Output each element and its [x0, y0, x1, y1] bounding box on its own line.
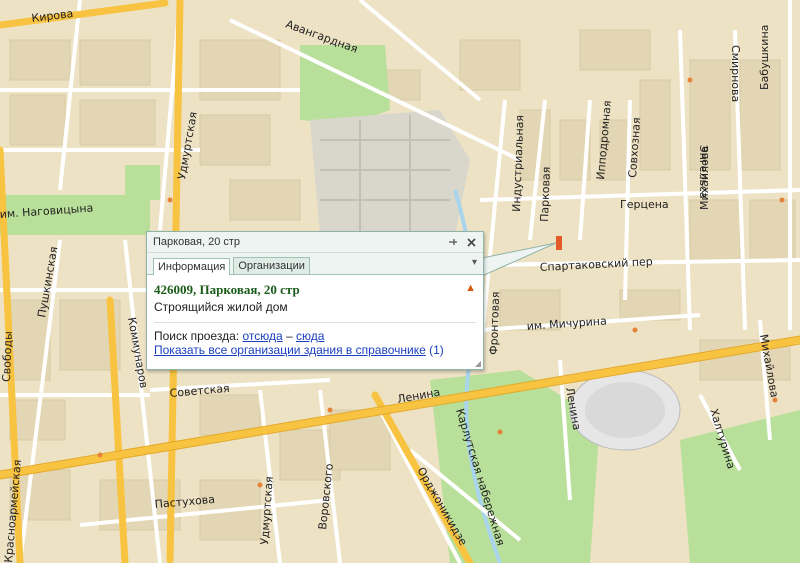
- street-label: Смирнова: [729, 45, 742, 102]
- street-label: Фронтовая: [487, 291, 502, 355]
- building-info-popup: Парковая, 20 стр Информация Организации …: [146, 231, 484, 370]
- pin-icon[interactable]: [447, 236, 459, 248]
- route-search-label: Поиск проезда:: [154, 329, 240, 343]
- street-label: Парковая: [538, 166, 553, 222]
- show-organizations-link[interactable]: Показать все организации здания в справо…: [154, 343, 426, 357]
- popup-header: Парковая, 20 стр: [147, 232, 483, 253]
- route-search-row: Поиск проезда: отсюда – сюда: [154, 329, 476, 343]
- address-row: 426009, Парковая, 20 стр ▲: [154, 282, 476, 298]
- street-label: Энгельса: [697, 145, 710, 199]
- route-dash: –: [285, 329, 293, 343]
- building-marker[interactable]: [556, 236, 562, 250]
- tab-organizations[interactable]: Организации: [233, 257, 310, 274]
- close-icon[interactable]: [465, 236, 477, 248]
- street-label: Бабушкина: [758, 25, 771, 90]
- street-label: Герцена: [620, 198, 669, 211]
- tab-information[interactable]: Информация: [153, 258, 231, 275]
- route-from-link[interactable]: отсюда: [242, 329, 282, 343]
- more-icon[interactable]: ▾: [472, 257, 477, 268]
- popup-tabs: Информация Организации ▾: [147, 253, 483, 275]
- street-label: Свободы: [0, 331, 15, 382]
- popup-title: Парковая, 20 стр: [153, 236, 241, 248]
- resize-handle-icon[interactable]: ◢: [475, 359, 481, 368]
- building-address: 426009, Парковая, 20 стр: [154, 282, 300, 297]
- popup-body: 426009, Парковая, 20 стр ▲ Строящийся жи…: [147, 275, 483, 357]
- warning-icon[interactable]: ▲: [465, 282, 476, 298]
- building-description: Строящийся жилой дом: [154, 300, 288, 314]
- divider: [154, 322, 476, 323]
- organizations-count: (1): [429, 343, 444, 357]
- route-to-link[interactable]: сюда: [296, 329, 324, 343]
- orgs-row: Показать все организации здания в справо…: [154, 343, 476, 357]
